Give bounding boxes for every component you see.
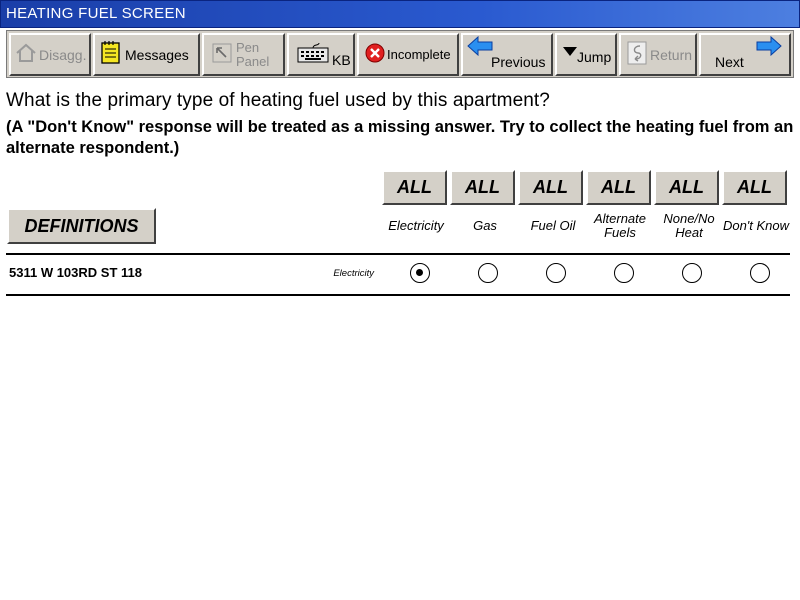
keyboard-label: KB bbox=[332, 51, 351, 68]
column-header-fuel-oil: Fuel Oil bbox=[530, 218, 576, 233]
next-button[interactable]: Next bbox=[699, 33, 791, 76]
jump-button[interactable]: Jump bbox=[555, 33, 617, 76]
caret-down-icon bbox=[563, 44, 577, 60]
incomplete-button[interactable]: Incomplete bbox=[357, 33, 459, 76]
messages-label: Messages bbox=[125, 46, 189, 63]
next-label: Next bbox=[715, 53, 744, 70]
previous-label: Previous bbox=[491, 53, 546, 70]
disagg-label: Disagg. bbox=[39, 46, 87, 63]
column-header-alternate-fuels: Alternate Fuels bbox=[593, 211, 647, 240]
messages-icon bbox=[101, 41, 121, 68]
messages-button[interactable]: Messages bbox=[93, 33, 200, 76]
keyboard-icon bbox=[297, 42, 329, 67]
all-dont-know-button[interactable]: ALL bbox=[722, 170, 787, 205]
previous-button[interactable]: Previous bbox=[461, 33, 553, 76]
return-button[interactable]: Return bbox=[619, 33, 697, 76]
all-none-button[interactable]: ALL bbox=[654, 170, 719, 205]
return-label: Return bbox=[650, 46, 693, 63]
all-alternate-fuels-button[interactable]: ALL bbox=[586, 170, 651, 205]
column-header-none-no-heat: None/No Heat bbox=[663, 211, 715, 240]
column-header-gas: Gas bbox=[473, 218, 497, 233]
question-text: What is the primary type of heating fuel… bbox=[6, 90, 550, 111]
definitions-button[interactable]: DEFINITIONS bbox=[7, 208, 156, 244]
radio-fuel-oil[interactable] bbox=[546, 263, 566, 283]
disagg-button[interactable]: Disagg. bbox=[9, 33, 91, 76]
window-title: HEATING FUEL SCREEN bbox=[0, 0, 800, 28]
error-x-icon bbox=[365, 43, 385, 66]
row-top-divider bbox=[6, 253, 790, 255]
column-header-dont-know: Don't Know bbox=[722, 218, 790, 233]
pen-panel-button[interactable]: Pen Panel bbox=[202, 33, 285, 76]
jump-label: Jump bbox=[577, 48, 612, 65]
left-arrow-icon bbox=[467, 35, 493, 59]
toolbar: Disagg. Messages Pen Panel KB Incomplete… bbox=[6, 30, 794, 78]
row-bottom-divider bbox=[6, 294, 790, 296]
home-icon bbox=[15, 42, 37, 67]
radio-gas[interactable] bbox=[478, 263, 498, 283]
incomplete-label: Incomplete bbox=[387, 47, 451, 62]
pen-panel-label: Pen Panel bbox=[236, 39, 270, 69]
radio-none-no-heat[interactable] bbox=[682, 263, 702, 283]
all-electricity-button[interactable]: ALL bbox=[382, 170, 447, 205]
keyboard-button[interactable]: KB bbox=[287, 33, 355, 76]
radio-alternate-fuels[interactable] bbox=[614, 263, 634, 283]
right-arrow-icon bbox=[756, 35, 782, 59]
question-note: (A "Don't Know" response will be treated… bbox=[6, 118, 794, 157]
pen-arrow-icon bbox=[212, 43, 232, 66]
row-current-answer: Electricity bbox=[333, 268, 374, 279]
all-fuel-oil-button[interactable]: ALL bbox=[518, 170, 583, 205]
all-gas-button[interactable]: ALL bbox=[450, 170, 515, 205]
return-icon bbox=[627, 41, 647, 68]
row-address: 5311 W 103RD ST 118 bbox=[9, 265, 142, 280]
radio-electricity[interactable] bbox=[410, 263, 430, 283]
radio-dont-know[interactable] bbox=[750, 263, 770, 283]
column-header-electricity: Electricity bbox=[388, 218, 444, 233]
